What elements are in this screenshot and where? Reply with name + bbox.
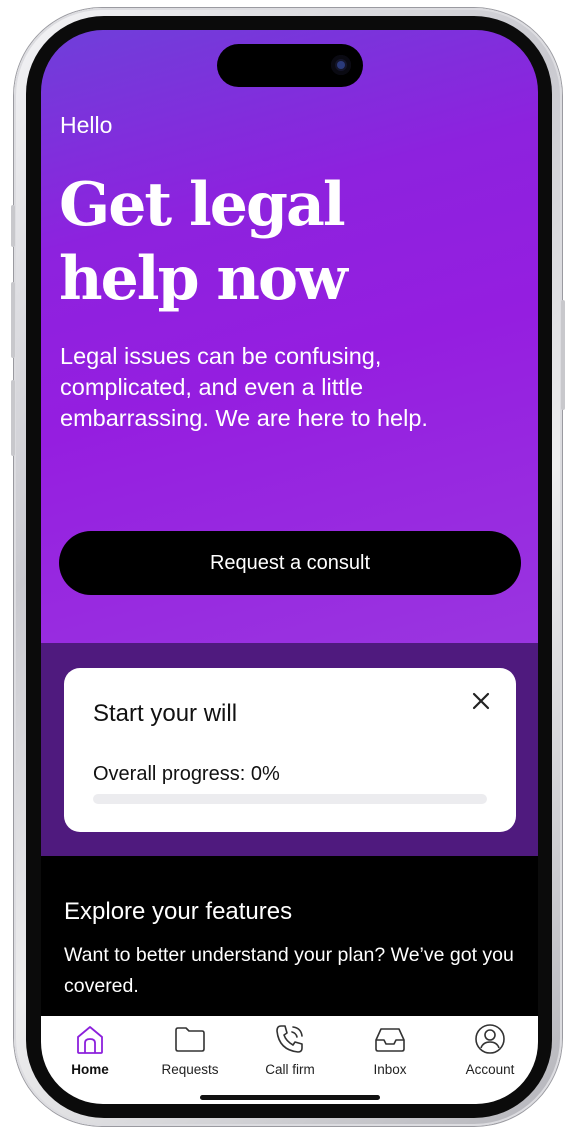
tab-account-label: Account [465,1062,515,1077]
volume-up-button [11,282,15,358]
app-screen: Hello Get legal help now Legal issues ca… [41,30,538,1104]
tab-requests[interactable]: Requests [145,1022,235,1082]
tab-inbox-label: Inbox [373,1062,407,1077]
features-title: Explore your features [64,898,293,925]
page-title: Get legal help now [59,168,499,316]
headline-line-1: Get legal [59,170,346,240]
tab-call-firm[interactable]: Call firm [245,1022,335,1082]
bottom-tab-bar: Home Requests Call firm Inbox Account [41,1016,538,1104]
close-icon [472,692,490,710]
phone-icon [276,1025,303,1053]
features-section: Explore your features Want to better und… [41,856,538,1016]
progress-bar [93,794,487,804]
home-icon [77,1026,103,1054]
tab-inbox[interactable]: Inbox [345,1022,435,1082]
power-button [561,300,565,410]
start-will-card[interactable]: Start your will Overall progress: 0% [64,668,516,832]
inbox-icon [375,1028,405,1052]
features-description: Want to better understand your plan? We’… [64,944,514,997]
headline-line-2: help now [59,244,348,314]
dynamic-island [217,44,363,87]
progress-label: Overall progress: 0% [93,763,280,785]
camera-icon [331,55,351,75]
account-icon [475,1024,505,1054]
close-card-button[interactable] [468,688,494,714]
tab-requests-label: Requests [161,1062,219,1077]
hero-description: Legal issues can be confusing, complicat… [60,343,428,431]
greeting-text: Hello [60,112,113,138]
volume-down-button [11,380,15,456]
tab-account[interactable]: Account [445,1022,535,1082]
hero-section: Hello Get legal help now Legal issues ca… [41,30,538,643]
tab-home-label: Home [71,1062,109,1077]
tab-home[interactable]: Home [45,1022,135,1082]
request-consult-button[interactable]: Request a consult [59,531,521,595]
silent-switch [11,205,15,247]
home-indicator [200,1095,380,1100]
tab-call-firm-label: Call firm [265,1062,315,1077]
will-card-title: Start your will [93,700,238,727]
folder-icon [175,1027,205,1052]
will-section: Start your will Overall progress: 0% [41,643,538,856]
